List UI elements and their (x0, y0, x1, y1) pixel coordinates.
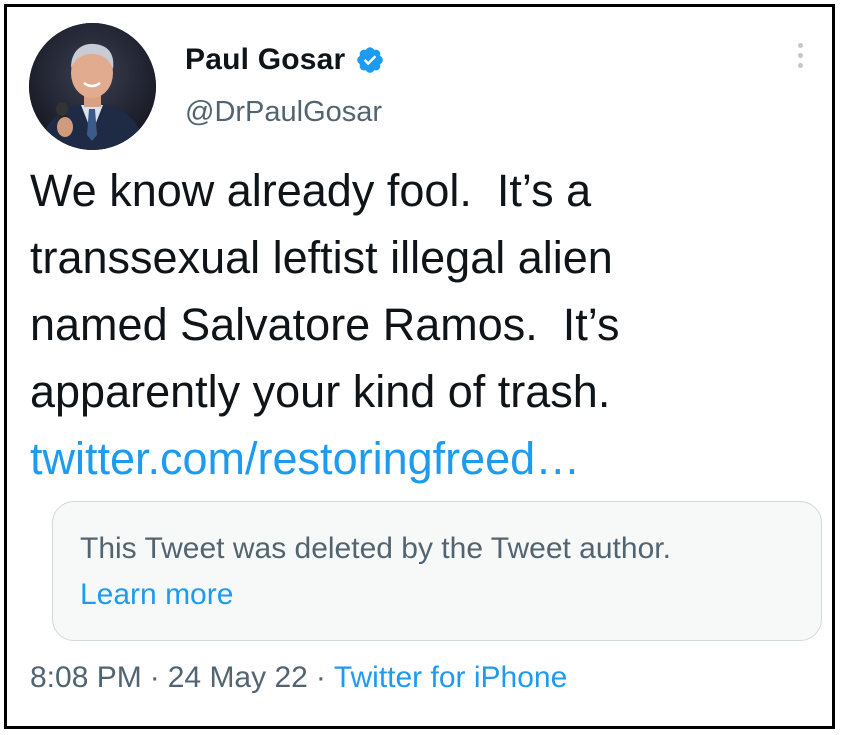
tweet-text: We know already fool. It’s a transsexual… (30, 157, 820, 492)
tweet-line: apparently your kind of trash. (30, 366, 611, 417)
quoted-tweet-card[interactable]: This Tweet was deleted by the Tweet auth… (52, 501, 822, 641)
learn-more-link[interactable]: Learn more (80, 578, 233, 612)
tweet-card: Paul Gosar @DrPaulGosar We know already … (4, 4, 835, 729)
tweet-line: transsexual leftist illegal alien (30, 232, 613, 283)
tweet-time[interactable]: 8:08 PM (30, 661, 142, 694)
tweet-line: We know already fool. It’s a (30, 165, 592, 216)
separator: · (149, 661, 160, 694)
separator: · (315, 661, 326, 694)
author-name[interactable]: Paul Gosar (185, 43, 345, 77)
tweet-line: named Salvatore Ramos. It’s (30, 299, 620, 350)
author-name-row: Paul Gosar (185, 43, 385, 77)
tweet-link[interactable]: twitter.com/restoringfreed… (30, 425, 820, 492)
tweet-date[interactable]: 24 May 22 (168, 661, 308, 694)
tweet-source[interactable]: Twitter for iPhone (334, 661, 567, 694)
more-options-icon[interactable] (793, 43, 807, 83)
tweet-metadata: 8:08 PM · 24 May 22 · Twitter for iPhone (30, 661, 567, 695)
author-handle[interactable]: @DrPaulGosar (185, 96, 382, 129)
deleted-tweet-notice: This Tweet was deleted by the Tweet auth… (80, 532, 671, 565)
verified-badge-icon (357, 47, 384, 73)
profile-photo-icon (29, 23, 156, 150)
author-avatar[interactable] (29, 23, 156, 150)
